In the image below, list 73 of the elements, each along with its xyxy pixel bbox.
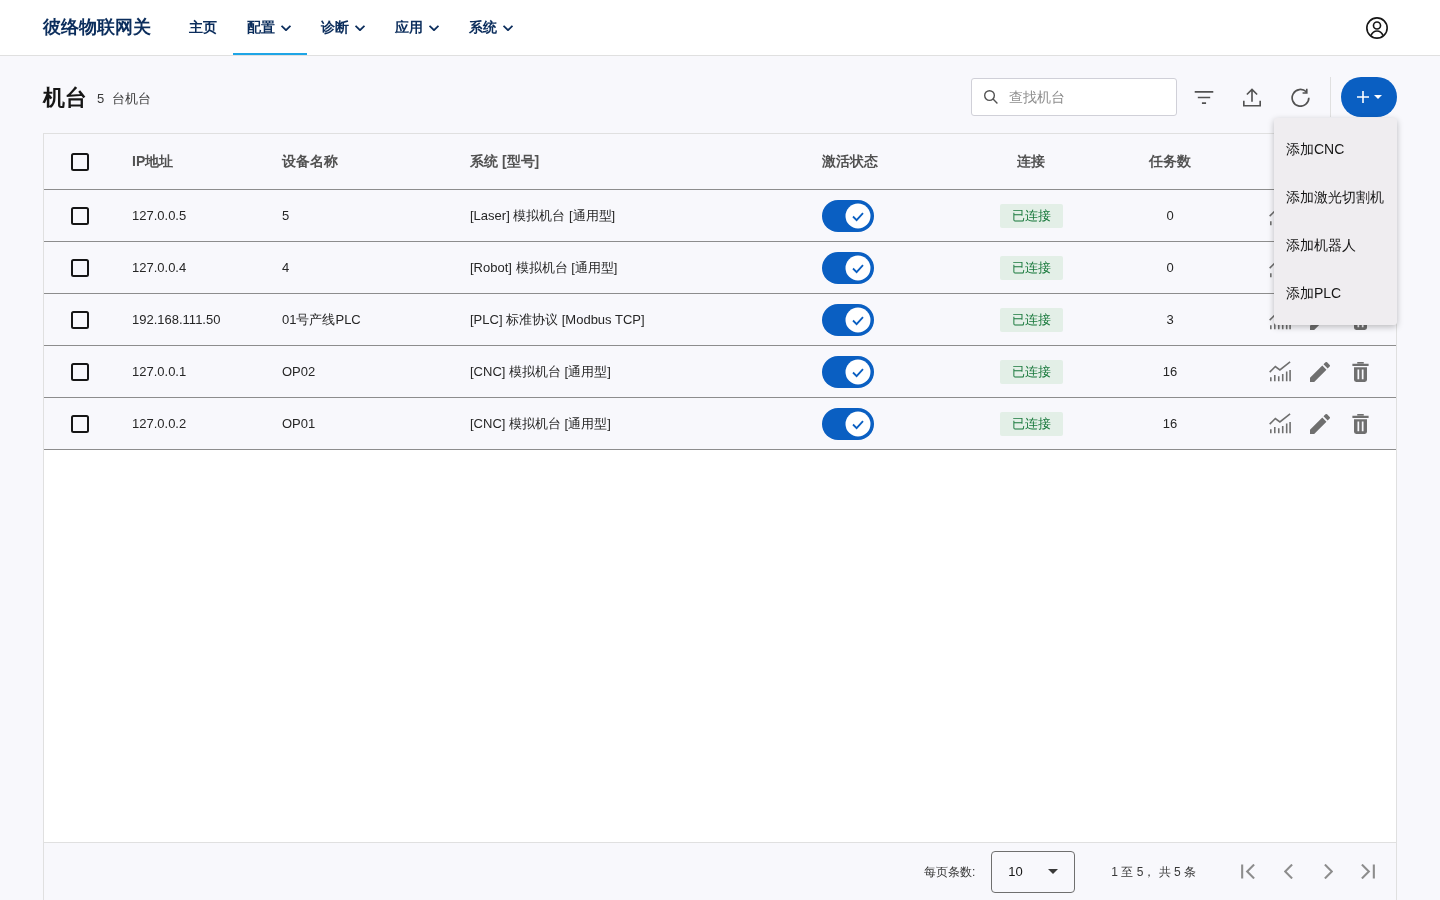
page-size-select[interactable]: 10 — [991, 850, 1076, 893]
status-badge: 已连接 — [999, 359, 1063, 384]
search-field[interactable]: 查找机台 — [971, 78, 1177, 116]
column-header: 系统 [型号] — [470, 152, 540, 171]
column-header: 连接 — [1017, 152, 1045, 171]
table-cell-text: 01号产线PLC — [282, 310, 361, 329]
toggle-switch[interactable] — [822, 303, 874, 336]
column-header: 激活状态 — [822, 152, 878, 171]
nav-tab[interactable]: 主页 — [175, 0, 233, 55]
table-cell-text: 127.0.0.4 — [132, 258, 187, 277]
table-cell-text: [PLC] 标准协议 [Modbus TCP] — [470, 310, 645, 329]
column-header: 设备名称 — [282, 152, 338, 171]
trash-icon[interactable] — [1351, 361, 1369, 382]
status-badge: 已连接 — [999, 255, 1063, 280]
table-cell-text: OP01 — [282, 414, 316, 433]
table-cell-text: [Robot] 模拟机台 [通用型] — [470, 258, 618, 277]
column-header: 任务数 — [1149, 152, 1191, 171]
app-logo[interactable]: 彼络物联网关 — [43, 14, 151, 41]
toggle-switch[interactable] — [822, 251, 874, 284]
table-cell-text: 16 — [1162, 362, 1178, 381]
checkbox[interactable] — [71, 206, 89, 225]
upload-icon[interactable] — [1243, 87, 1261, 107]
nav-tab[interactable]: 系统 — [455, 0, 529, 55]
user-avatar-icon[interactable] — [1366, 16, 1388, 39]
checkbox[interactable] — [71, 310, 89, 329]
table-cell-text: 127.0.0.5 — [132, 206, 187, 225]
table-cell-text: 127.0.0.1 — [132, 362, 187, 381]
item-count: 5 — [97, 90, 105, 109]
refresh-icon[interactable] — [1290, 87, 1310, 107]
toggle-switch[interactable] — [822, 407, 874, 440]
table-cell-text: [CNC] 模拟机台 [通用型] — [470, 362, 611, 381]
table-cell-text: 127.0.0.2 — [132, 414, 187, 433]
table-cell-text: [CNC] 模拟机台 [通用型] — [470, 414, 611, 433]
nav-tab[interactable]: 配置 — [233, 0, 307, 55]
nav-tab[interactable]: 诊断 — [307, 0, 381, 55]
page-title: 机台 — [43, 83, 87, 112]
menu-item[interactable]: 添加CNC — [1274, 125, 1397, 173]
column-header: IP地址 — [132, 152, 174, 171]
table-cell-text: [Laser] 模拟机台 [通用型] — [470, 206, 616, 225]
table-cell-text: 0 — [1166, 206, 1174, 225]
pencil-icon[interactable] — [1310, 413, 1330, 434]
line-chart-icon[interactable] — [1269, 361, 1291, 382]
page-size-label: 每页条数: — [923, 863, 976, 881]
add-button[interactable] — [1341, 77, 1397, 117]
caret-icon — [1373, 95, 1382, 99]
status-badge: 已连接 — [999, 307, 1063, 332]
status-badge: 已连接 — [999, 411, 1063, 436]
caret-icon — [1048, 869, 1059, 874]
table-cell-text: 192.168.111.50 — [132, 310, 221, 329]
page-range: 1 至 5， 共 5 条 — [1111, 863, 1196, 881]
trash-icon[interactable] — [1351, 413, 1369, 434]
table-cell-text: 16 — [1162, 414, 1178, 433]
table-cell-text: 4 — [282, 258, 290, 277]
table-cell-text: 3 — [1166, 310, 1174, 329]
nav-tab[interactable]: 应用 — [381, 0, 455, 55]
checkbox[interactable] — [71, 152, 89, 171]
table-cell-text: 5 — [282, 206, 290, 225]
checkbox[interactable] — [71, 362, 89, 381]
menu-item[interactable]: 添加机器人 — [1274, 221, 1397, 269]
filter-icon[interactable] — [1194, 90, 1214, 104]
table-cell-text: OP02 — [282, 362, 316, 381]
pencil-icon[interactable] — [1310, 361, 1330, 382]
status-badge: 已连接 — [999, 203, 1063, 228]
table-cell-text: 0 — [1166, 258, 1174, 277]
plus-icon — [1356, 91, 1369, 103]
checkbox[interactable] — [71, 258, 89, 277]
count-unit: 台机台 — [112, 90, 152, 109]
search-icon — [984, 90, 998, 104]
toggle-switch[interactable] — [822, 199, 874, 232]
line-chart-icon[interactable] — [1269, 413, 1291, 434]
toggle-switch[interactable] — [822, 355, 874, 388]
menu-item[interactable]: 添加PLC — [1274, 269, 1397, 317]
checkbox[interactable] — [71, 414, 89, 433]
